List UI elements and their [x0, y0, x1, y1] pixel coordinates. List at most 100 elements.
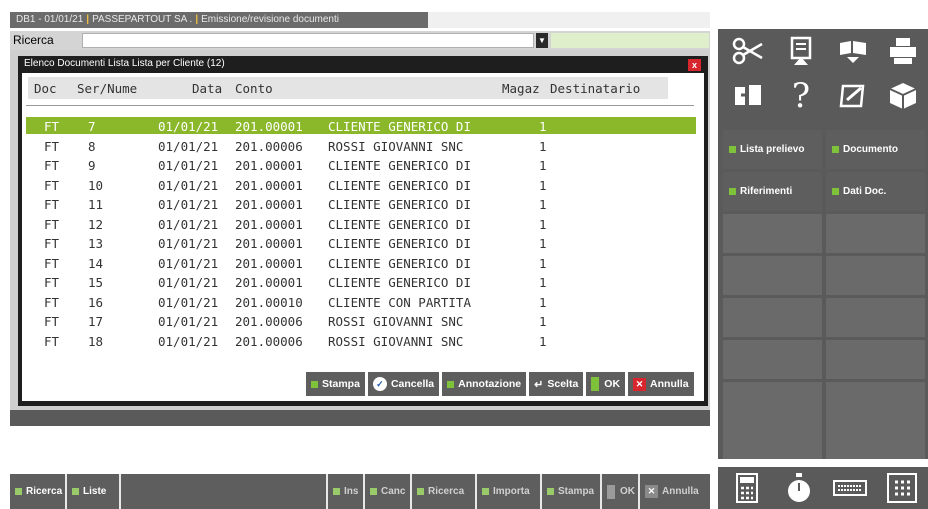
table-row[interactable]: FT 8 01/01/21 201.00006 ROSSI GIOVANNI S…: [26, 137, 696, 154]
column-header-doc: Doc: [34, 81, 57, 96]
dialog-close-button[interactable]: x: [688, 59, 701, 71]
cube-icon[interactable]: [878, 77, 928, 115]
stampa-button[interactable]: Stampa: [306, 372, 365, 396]
table-row[interactable]: FT 7 01/01/21 201.00001 CLIENTE GENERICO…: [26, 117, 696, 134]
ok-label: OK: [604, 378, 621, 390]
stopwatch-icon[interactable]: [775, 470, 823, 506]
scelta-label: Scelta: [547, 378, 579, 390]
ins-button[interactable]: Ins: [328, 474, 363, 509]
cancel-x-icon: ✕: [633, 377, 647, 391]
right-toolbar: ? Lista prelievo Documento Riferimenti D…: [718, 29, 928, 459]
ok-button[interactable]: OK: [586, 372, 626, 396]
row-customer: CLIENTE CON PARTITA: [328, 295, 471, 310]
ok-bottom-button[interactable]: OK: [602, 474, 638, 509]
ricerca-label: Ricerca: [26, 486, 63, 497]
row-date: 01/01/21: [158, 256, 219, 271]
keyboard-icon[interactable]: [826, 470, 874, 506]
stampa-bottom-button[interactable]: Stampa: [542, 474, 600, 509]
search-row: Ricerca ▼: [10, 31, 710, 50]
window-split-icon[interactable]: [723, 77, 773, 115]
scelta-button[interactable]: ↵ Scelta: [529, 372, 584, 396]
empty-command-slot: [121, 474, 326, 509]
row-customer: CLIENTE GENERICO DI: [328, 236, 471, 251]
lista-prelievo-button[interactable]: Lista prelievo: [723, 130, 822, 169]
down-arrow-icon: ▼: [538, 36, 546, 45]
annulla-bottom-label: Annulla: [662, 486, 699, 497]
liste-label: Liste: [83, 486, 107, 497]
search-input[interactable]: [82, 33, 534, 48]
row-account: 201.00001: [235, 158, 303, 173]
green-square-icon: [417, 488, 424, 495]
ok-bottom-label: OK: [620, 486, 635, 497]
window-titlebar: DB1 - 01/01/21 | PASSEPARTOUT SA . | Emissio…: [10, 12, 428, 28]
table-row[interactable]: FT 16 01/01/21 201.00010 CLIENTE CON PAR…: [26, 293, 696, 310]
table-row[interactable]: FT 14 01/01/21 201.00001 CLIENTE GENERIC…: [26, 254, 696, 271]
row-warehouse: 1: [539, 334, 547, 349]
printer-icon[interactable]: [878, 32, 928, 70]
search-extra-field[interactable]: [551, 33, 709, 48]
table-row[interactable]: FT 10 01/01/21 201.00001 CLIENTE GENERIC…: [26, 176, 696, 193]
help-icon[interactable]: ?: [776, 76, 826, 116]
row-date: 01/01/21: [158, 178, 219, 193]
empty-tile: [826, 420, 925, 459]
ins-label: Ins: [344, 486, 359, 497]
row-account: 201.00001: [235, 275, 303, 290]
row-warehouse: 1: [539, 119, 547, 134]
calculator-icon[interactable]: [723, 470, 771, 506]
row-warehouse: 1: [539, 178, 547, 193]
edit-note-icon[interactable]: [828, 77, 878, 115]
canc-button[interactable]: Canc: [365, 474, 410, 509]
ricerca-secondary-button[interactable]: Ricerca: [412, 474, 475, 509]
table-row[interactable]: FT 15 01/01/21 201.00001 CLIENTE GENERIC…: [26, 273, 696, 290]
dialog-title: Elenco Documenti Lista Lista per Cliente…: [24, 58, 225, 69]
row-doc: FT: [44, 275, 60, 290]
keypad-icon[interactable]: [878, 470, 926, 506]
dati-doc-button[interactable]: Dati Doc.: [826, 172, 925, 211]
company-name: PASSEPARTOUT SA .: [92, 14, 193, 25]
row-account: 201.00001: [235, 178, 303, 193]
row-date: 01/01/21: [158, 275, 219, 290]
row-account: 201.00001: [235, 197, 303, 212]
row-customer: CLIENTE GENERICO DI: [328, 197, 471, 212]
row-warehouse: 1: [539, 236, 547, 251]
book-icon[interactable]: [828, 32, 878, 70]
empty-tile: [826, 298, 925, 337]
enter-arrow-icon: ↵: [534, 378, 544, 391]
row-account: 201.00001: [235, 217, 303, 232]
row-doc: FT: [44, 256, 60, 271]
annotazione-label: Annotazione: [458, 378, 522, 390]
ricerca-secondary-label: Ricerca: [428, 486, 465, 497]
table-row[interactable]: FT 12 01/01/21 201.00001 CLIENTE GENERIC…: [26, 215, 696, 232]
liste-button[interactable]: Liste: [67, 474, 119, 509]
table-row[interactable]: FT 11 01/01/21 201.00001 CLIENTE GENERIC…: [26, 195, 696, 212]
row-warehouse: 1: [539, 275, 547, 290]
table-row[interactable]: FT 9 01/01/21 201.00001 CLIENTE GENERICO…: [26, 156, 696, 173]
annulla-bottom-button[interactable]: ✕ Annulla: [640, 474, 710, 509]
scissors-icon[interactable]: [723, 32, 773, 70]
row-number: 12: [88, 217, 104, 232]
importa-button[interactable]: Importa: [477, 474, 540, 509]
row-account: 201.00006: [235, 139, 303, 154]
table-row[interactable]: FT 13 01/01/21 201.00001 CLIENTE GENERIC…: [26, 234, 696, 251]
green-square-icon: [729, 146, 736, 153]
row-warehouse: 1: [539, 314, 547, 329]
cancella-button[interactable]: ✓ Cancella: [367, 372, 440, 396]
annulla-button[interactable]: ✕ Annulla: [628, 372, 694, 396]
dati-doc-label: Dati Doc.: [843, 186, 887, 197]
annotazione-button[interactable]: Annotazione: [442, 372, 527, 396]
green-square-icon: [547, 488, 554, 495]
row-date: 01/01/21: [158, 197, 219, 212]
empty-tile: [723, 214, 822, 253]
importa-label: Importa: [493, 486, 530, 497]
search-dropdown-button[interactable]: ▼: [536, 33, 548, 48]
riferimenti-button[interactable]: Riferimenti: [723, 172, 822, 211]
paste-icon[interactable]: [776, 32, 826, 70]
green-square-icon: [447, 380, 455, 388]
documento-button[interactable]: Documento: [826, 130, 925, 169]
row-warehouse: 1: [539, 158, 547, 173]
table-row[interactable]: FT 18 01/01/21 201.00006 ROSSI GIOVANNI …: [26, 332, 696, 349]
empty-tile: [723, 340, 822, 379]
row-warehouse: 1: [539, 197, 547, 212]
ricerca-button[interactable]: Ricerca: [10, 474, 65, 509]
table-row[interactable]: FT 17 01/01/21 201.00006 ROSSI GIOVANNI …: [26, 312, 696, 329]
